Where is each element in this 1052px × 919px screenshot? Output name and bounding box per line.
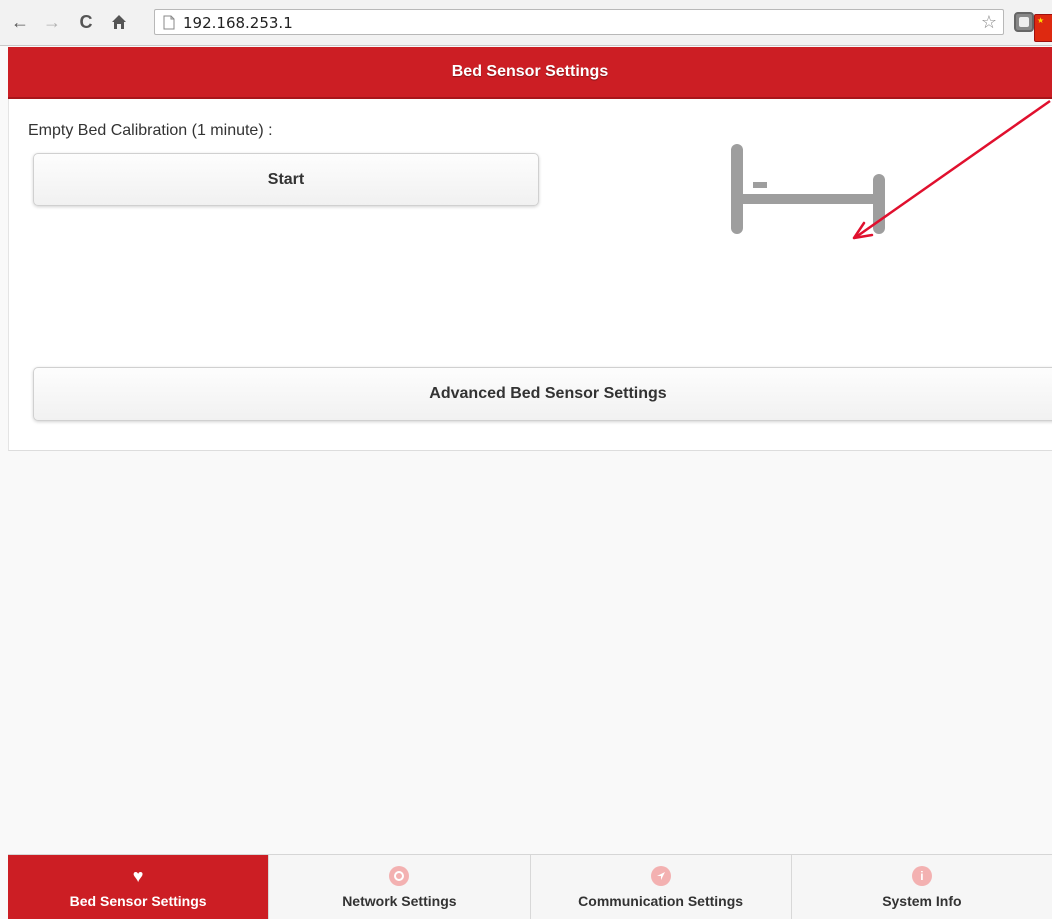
tab-network-settings[interactable]: Network Settings [269,855,531,919]
back-icon[interactable]: ← [10,12,30,32]
screen: ← → C 192.168.253.1 ☆ Bed Sensor Setting… [0,0,1052,919]
navigation-arrow-icon [650,866,671,886]
tab-bed-sensor-settings[interactable]: ♥ Bed Sensor Settings [8,855,270,919]
page-icon [163,15,175,35]
info-icon: i [911,866,932,886]
reload-icon[interactable]: C [76,12,96,32]
heart-icon: ♥ [132,866,144,886]
gear-icon [389,866,410,886]
url-text: 192.168.253.1 [183,14,293,32]
tab-label: Bed Sensor Settings [69,893,207,909]
tab-label: Communication Settings [578,893,744,909]
tab-system-info[interactable]: i System Info [791,855,1052,919]
bottom-tab-bar: ♥ Bed Sensor Settings Network Settings C… [8,854,1052,919]
page-title: Bed Sensor Settings [451,63,609,80]
language-flag-icon[interactable] [1034,14,1052,42]
calibration-label: Empty Bed Calibration (1 minute) : [28,122,273,139]
address-bar[interactable]: 192.168.253.1 ☆ [154,9,1004,35]
tab-label: System Info [882,893,962,909]
tab-label: Network Settings [342,893,457,909]
app-header: Bed Sensor Settings [8,47,1052,99]
advanced-settings-button[interactable]: Advanced Bed Sensor Settings [33,367,1052,421]
forward-icon[interactable]: → [42,12,62,32]
home-icon[interactable] [109,12,129,32]
extension-icon[interactable] [1014,12,1034,32]
browser-toolbar: ← → C 192.168.253.1 ☆ [0,0,1052,46]
start-calibration-button[interactable]: Start [33,153,539,206]
tab-communication-settings[interactable]: Communication Settings [530,855,792,919]
annotation-arrow [840,95,1052,250]
bookmark-star-icon[interactable]: ☆ [981,12,997,33]
